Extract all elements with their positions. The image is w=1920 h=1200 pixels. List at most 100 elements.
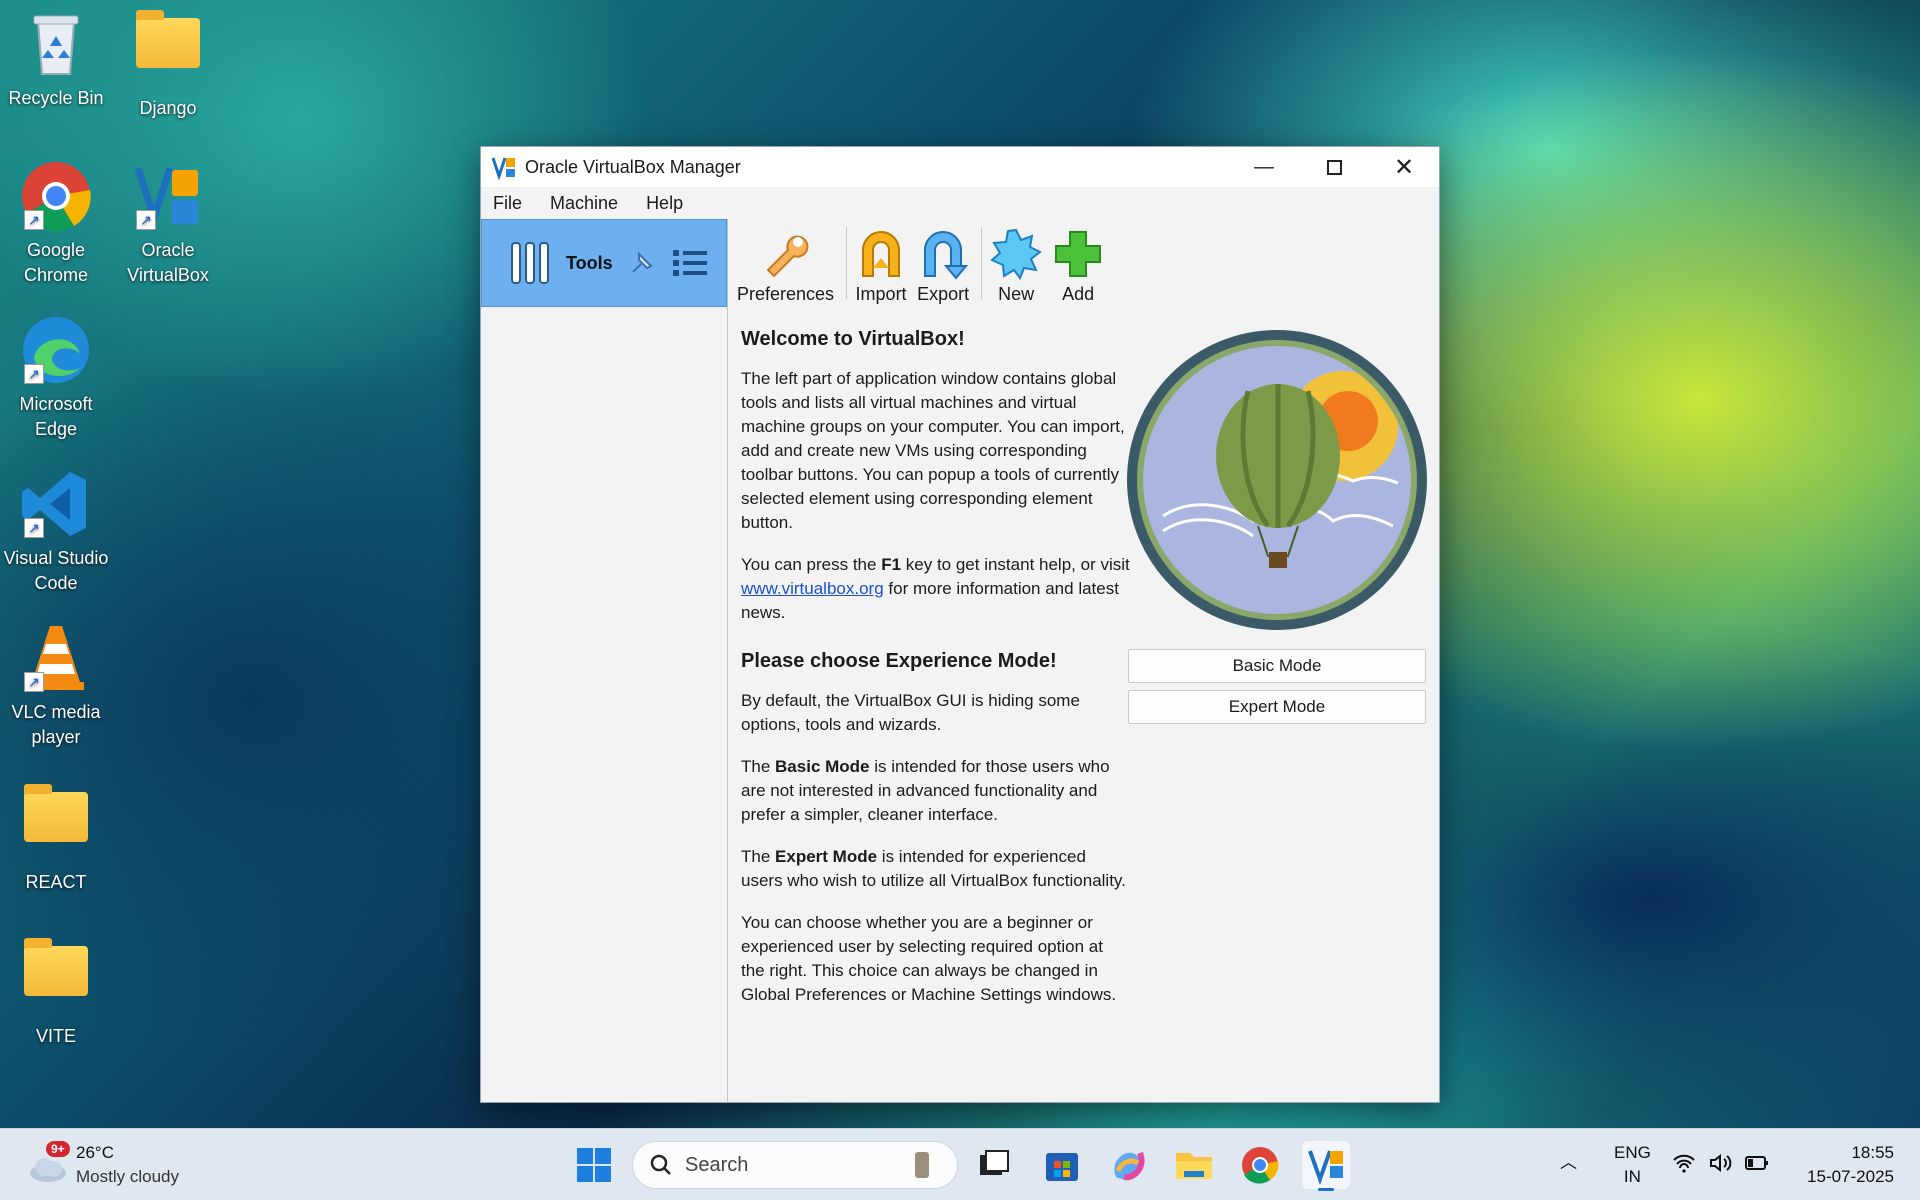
weather-badge: 9+ (46, 1141, 70, 1157)
desktop-icon-vlc-media-player[interactable]: ↗ VLC media player (0, 622, 112, 750)
welcome-paragraph-2: You can press the F1 key to get instant … (741, 553, 1131, 625)
expert-mode-button[interactable]: Expert Mode (1128, 690, 1426, 724)
title-bar[interactable]: Oracle VirtualBox Manager — ✕ (481, 147, 1439, 187)
desktop-icon-google-chrome[interactable]: ↗ Google Chrome (0, 160, 112, 288)
export-label: Export (917, 284, 970, 304)
list-menu-icon[interactable] (671, 246, 709, 280)
maximize-icon (1326, 159, 1342, 175)
new-vm-star-icon (990, 228, 1042, 280)
text: The (741, 757, 776, 776)
export-button[interactable]: Export (917, 228, 969, 309)
folder-icon (20, 784, 92, 864)
virtualbox-icon: ↗ (132, 160, 204, 232)
chrome-icon: ↗ (20, 160, 92, 232)
minimize-button[interactable]: — (1229, 147, 1299, 187)
maximize-button[interactable] (1299, 147, 1369, 187)
window-title: Oracle VirtualBox Manager (525, 156, 741, 177)
minimize-icon: — (1254, 155, 1274, 178)
task-view-icon (980, 1150, 1009, 1175)
experience-paragraph-4: You can choose whether you are a beginne… (741, 913, 1117, 1004)
export-arrow-icon (924, 231, 969, 280)
chrome-icon (1242, 1147, 1279, 1184)
tools-icon (511, 242, 549, 284)
tools-item[interactable]: Tools (481, 219, 727, 307)
microsoft-store-button[interactable] (1038, 1141, 1086, 1189)
language-code: ENG (1614, 1143, 1651, 1162)
basic-mode-bold: Basic Mode (775, 757, 870, 776)
taskbar-search-box[interactable]: Search (632, 1141, 958, 1189)
add-label: Add (1062, 284, 1095, 304)
active-app-indicator (1318, 1188, 1334, 1191)
machine-list-pane[interactable]: Tools (481, 219, 728, 1102)
toolbar-separator (846, 227, 848, 299)
folder-icon (20, 938, 92, 1018)
desktop-icon-react[interactable]: REACT (0, 782, 112, 895)
text: The (741, 847, 776, 866)
desktop-icon-label: VITE (35, 1026, 76, 1046)
wrench-icon (766, 235, 808, 278)
add-plus-icon (1055, 231, 1102, 277)
text: key to get instant help, or visit (901, 555, 1130, 574)
basic-mode-button[interactable]: Basic Mode (1128, 649, 1426, 683)
desktop-icon-django[interactable]: Django (112, 8, 224, 121)
close-icon: ✕ (1393, 153, 1415, 181)
language-indicator[interactable]: ENG IN (1614, 1141, 1651, 1189)
file-explorer-icon (1176, 1153, 1212, 1179)
shortcut-arrow-icon: ↗ (24, 210, 44, 230)
desktop-icon-oracle-virtualbox[interactable]: ↗ Oracle VirtualBox (112, 160, 224, 288)
edge-icon: ↗ (20, 314, 92, 386)
copilot-button[interactable] (1104, 1141, 1152, 1189)
desktop-icon-microsoft-edge[interactable]: ↗ Microsoft Edge (0, 314, 112, 442)
desktop-icon-label: Recycle Bin (8, 88, 104, 108)
search-icon (650, 1154, 671, 1175)
system-tray-status[interactable] (1672, 1151, 1770, 1175)
add-button[interactable]: Add (1052, 228, 1104, 309)
import-button[interactable]: Import (855, 228, 907, 309)
tools-label: Tools (566, 252, 613, 273)
copilot-icon (1114, 1151, 1145, 1181)
vlc-cone-icon: ↗ (20, 622, 92, 694)
menu-bar: File Machine Help (481, 187, 1439, 219)
temperature: 26°C (76, 1143, 114, 1162)
windows-logo-icon (577, 1148, 611, 1182)
volume-icon (1710, 1153, 1732, 1173)
import-label: Import (855, 284, 907, 304)
desktop-icon-label: Microsoft Edge (19, 394, 93, 439)
file-explorer-button[interactable] (1170, 1141, 1218, 1189)
chrome-taskbar-button[interactable] (1236, 1141, 1284, 1189)
desktop-icon-vite[interactable]: VITE (0, 936, 112, 1049)
text: You can press the (741, 555, 882, 574)
weather-widget[interactable]: 9+ 26°C Mostly cloudy (26, 1141, 179, 1189)
experience-paragraph-1: By default, the VirtualBox GUI is hiding… (741, 691, 1080, 734)
shortcut-arrow-icon: ↗ (24, 518, 44, 538)
clock[interactable]: 18:55 15-07-2025 (1796, 1141, 1894, 1189)
welcome-content: Welcome to VirtualBox! The left part of … (741, 323, 1131, 1025)
weather-condition: Mostly cloudy (76, 1167, 179, 1186)
virtualbox-website-link[interactable]: www.virtualbox.org (741, 579, 884, 598)
desktop-icon-visual-studio-code[interactable]: ↗ Visual Studio Code (0, 468, 112, 596)
new-button[interactable]: New (990, 228, 1042, 309)
show-hidden-icons-button[interactable]: ︿ (1560, 1151, 1577, 1175)
preferences-button[interactable]: Preferences (737, 228, 834, 309)
weather-cloud-icon: 9+ (26, 1141, 70, 1185)
taskbar: 9+ 26°C Mostly cloudy Search ︿ ENG IN 18… (0, 1128, 1920, 1200)
region-code: IN (1623, 1167, 1641, 1186)
menu-machine[interactable]: Machine (550, 193, 618, 214)
shortcut-arrow-icon: ↗ (136, 210, 156, 230)
menu-file[interactable]: File (493, 193, 522, 214)
f1-key-text: F1 (881, 555, 902, 574)
shortcut-arrow-icon: ↗ (24, 672, 44, 692)
chevron-up-icon: ︿ (1560, 1153, 1577, 1172)
desktop-icon-recycle-bin[interactable]: Recycle Bin (0, 8, 112, 111)
desktop-icon-label: REACT (25, 872, 87, 892)
search-placeholder: Search (685, 1153, 749, 1176)
hot-air-balloon-image (1162, 371, 1399, 568)
preferences-label: Preferences (737, 284, 835, 304)
start-button[interactable] (570, 1141, 618, 1189)
close-button[interactable]: ✕ (1369, 147, 1439, 187)
virtualbox-taskbar-button[interactable] (1302, 1141, 1350, 1191)
pin-icon[interactable] (625, 246, 659, 280)
task-view-button[interactable] (970, 1141, 1018, 1189)
clock-date: 15-07-2025 (1807, 1167, 1894, 1186)
menu-help[interactable]: Help (646, 193, 683, 214)
